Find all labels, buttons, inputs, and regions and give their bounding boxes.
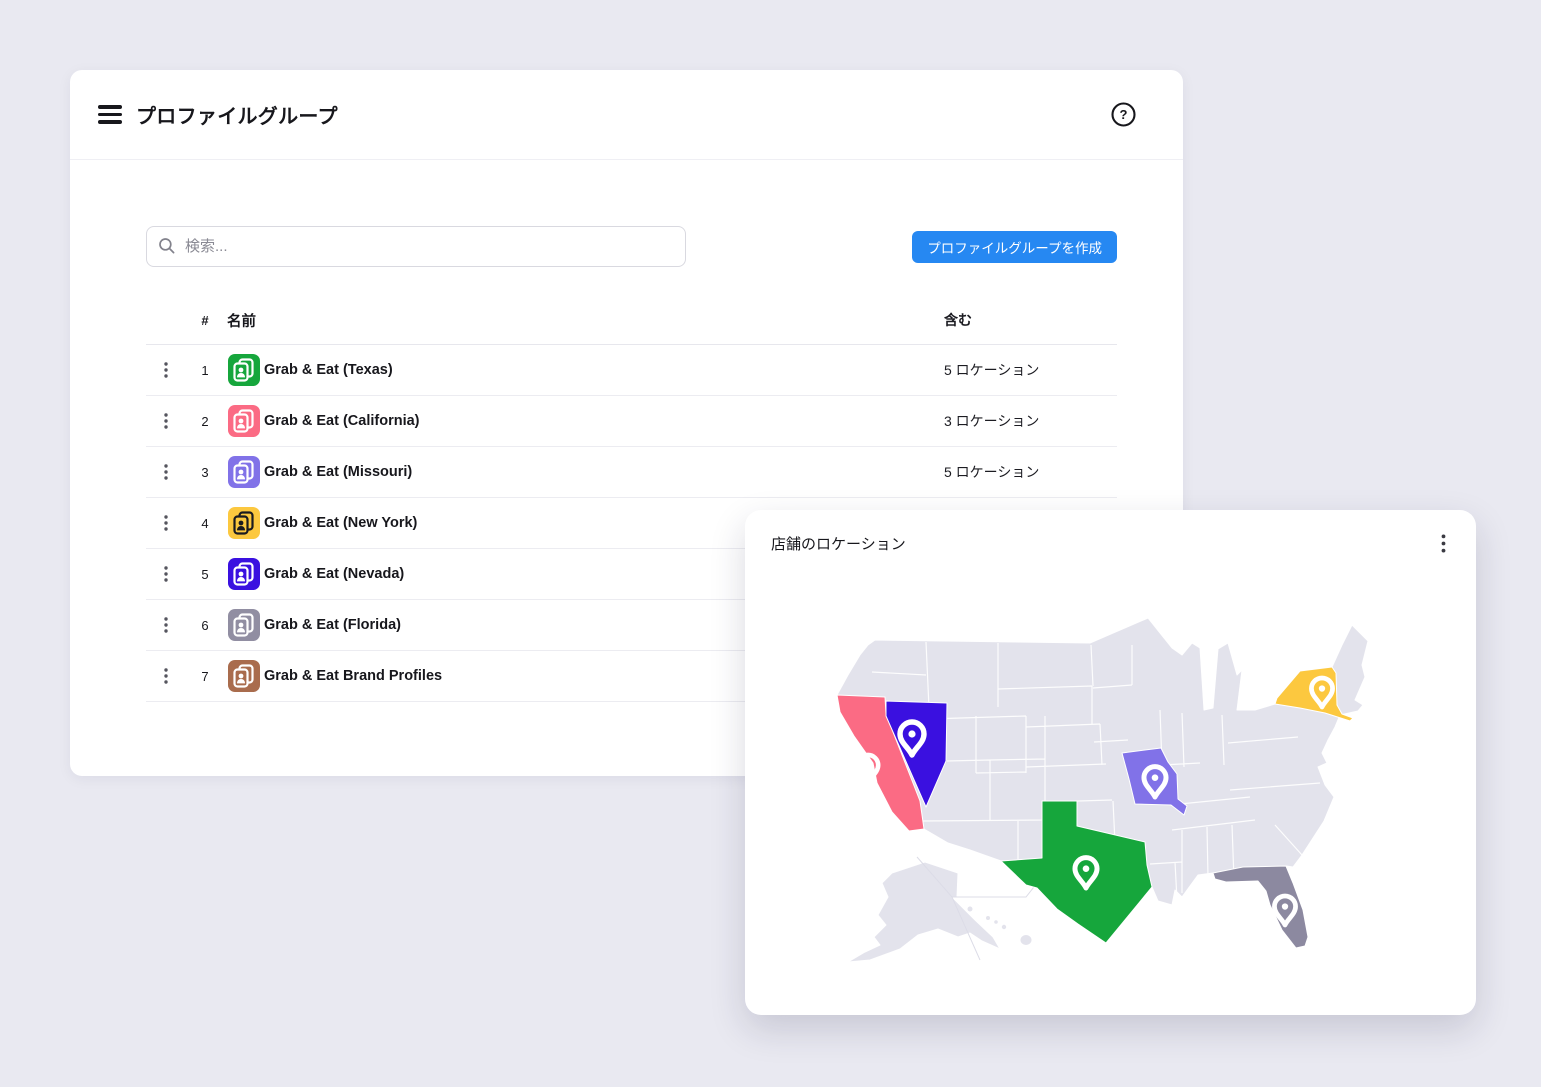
create-profile-group-button[interactable]: プロファイルグループを作成: [912, 231, 1117, 263]
group-name: Grab & Eat (Missouri): [264, 464, 944, 480]
svg-text:?: ?: [1120, 107, 1128, 122]
row-menu-icon[interactable]: [146, 617, 186, 633]
col-number: #: [186, 313, 224, 328]
toolbar: プロファイルグループを作成: [146, 226, 1117, 267]
row-number: 2: [186, 414, 224, 429]
profile-groups-header: プロファイルグループ ?: [70, 70, 1183, 160]
menu-icon[interactable]: [98, 105, 122, 123]
store-locations-title: 店舗のロケーション: [771, 533, 906, 554]
search-icon: [158, 237, 176, 255]
row-number: 4: [186, 516, 224, 531]
store-locations-card: 店舗のロケーション: [745, 510, 1476, 1015]
search-input[interactable]: [146, 226, 686, 267]
map-pin-california: [858, 755, 878, 783]
help-icon[interactable]: ?: [1110, 101, 1137, 128]
group-name: Grab & Eat (California): [264, 413, 944, 429]
alaska: [848, 862, 1000, 962]
row-menu-icon[interactable]: [146, 668, 186, 684]
row-menu-icon[interactable]: [146, 413, 186, 429]
profile-group-icon: [228, 507, 260, 539]
row-number: 1: [186, 363, 224, 378]
row-menu-icon[interactable]: [146, 464, 186, 480]
profile-group-icon: [228, 456, 260, 488]
group-name: Grab & Eat (Texas): [264, 362, 944, 378]
row-menu-icon[interactable]: [146, 362, 186, 378]
row-number: 6: [186, 618, 224, 633]
profile-group-icon: [228, 558, 260, 590]
row-menu-icon[interactable]: [146, 566, 186, 582]
group-locations-count: 5 ロケーション: [944, 462, 1117, 482]
col-name: 名前: [224, 310, 944, 331]
col-contains: 含む: [944, 310, 1117, 330]
row-menu-icon[interactable]: [146, 515, 186, 531]
row-number: 5: [186, 567, 224, 582]
table-header: # 名前 含む: [146, 296, 1117, 345]
us-map: [830, 615, 1420, 965]
table-row[interactable]: 2 Grab & Eat (California) 3 ロケーション: [146, 396, 1117, 447]
profile-group-icon: [228, 354, 260, 386]
profile-group-icon: [228, 609, 260, 641]
page: { "page": { "background": "#E9E9F1" }, "…: [0, 0, 1541, 1087]
search-box: [146, 226, 686, 267]
profile-group-icon: [228, 405, 260, 437]
row-number: 3: [186, 465, 224, 480]
group-locations-count: 3 ロケーション: [944, 411, 1117, 431]
page-title: プロファイルグループ: [136, 100, 338, 129]
row-number: 7: [186, 669, 224, 684]
group-locations-count: 5 ロケーション: [944, 360, 1117, 380]
profile-group-icon: [228, 660, 260, 692]
table-row[interactable]: 3 Grab & Eat (Missouri) 5 ロケーション: [146, 447, 1117, 498]
card-menu-icon[interactable]: [1439, 532, 1448, 555]
table-row[interactable]: 1 Grab & Eat (Texas) 5 ロケーション: [146, 345, 1117, 396]
